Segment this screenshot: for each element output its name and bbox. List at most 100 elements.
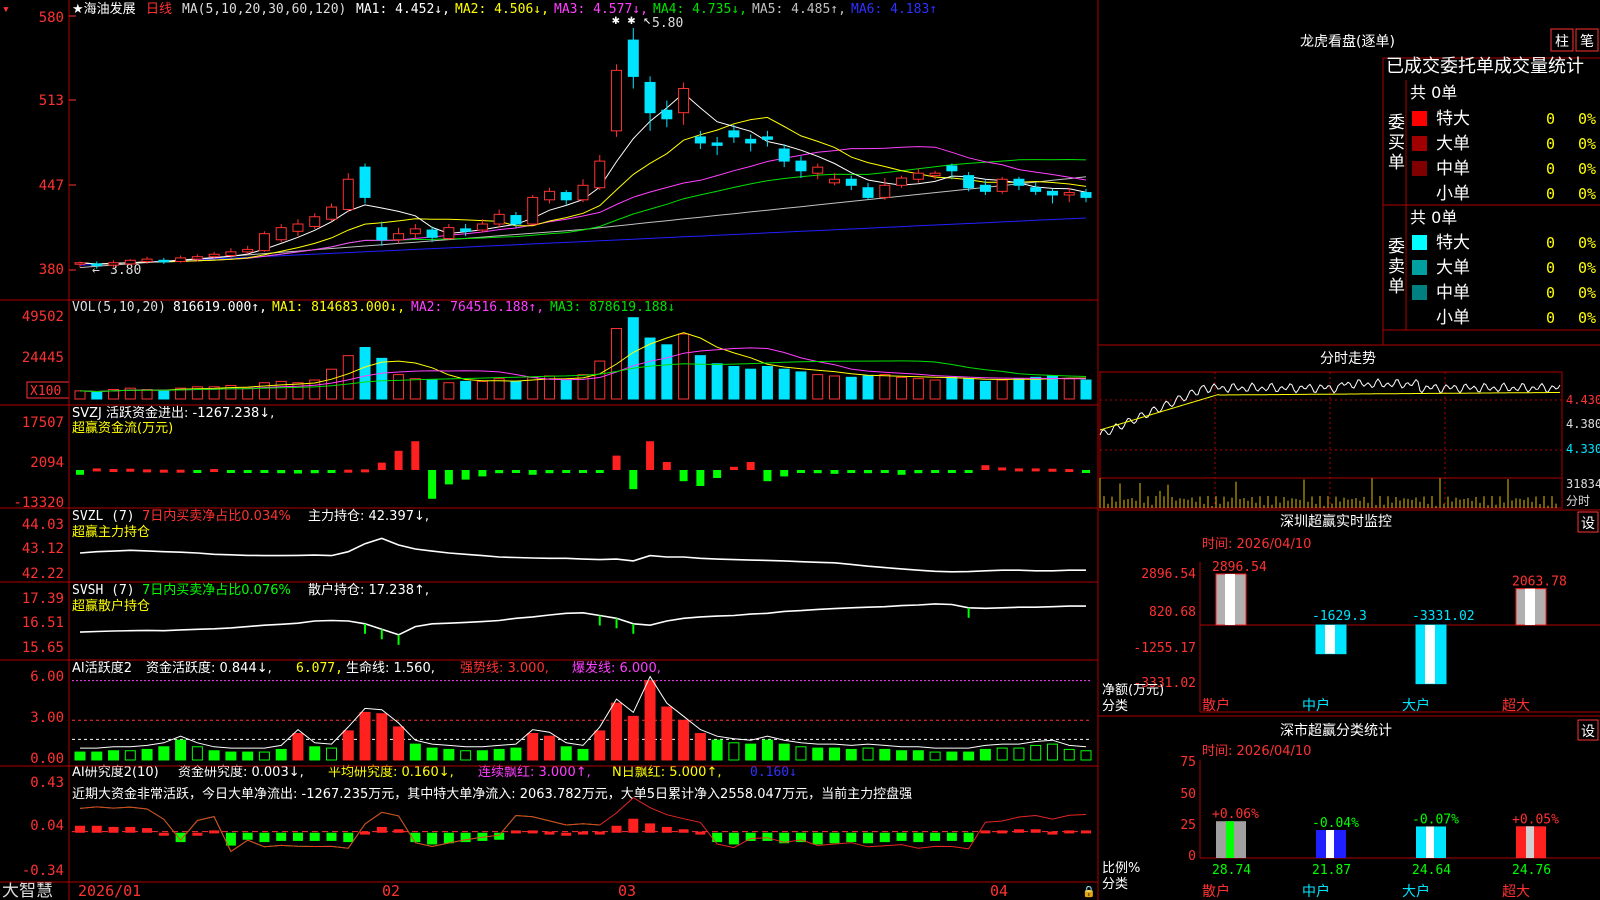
classify-settings-label[interactable]: 设 xyxy=(1581,724,1595,740)
candle-body xyxy=(292,223,304,232)
volume-bar xyxy=(761,365,773,400)
research-bar xyxy=(930,832,941,841)
research-bar xyxy=(393,829,404,833)
volume-bar xyxy=(443,382,455,400)
candle-body xyxy=(761,136,773,140)
classify-title: 深市超赢分类统计 xyxy=(1280,722,1392,739)
research-bar xyxy=(343,832,354,843)
research-bar xyxy=(678,829,689,833)
tick-mode-label[interactable]: 笔 xyxy=(1580,34,1594,50)
candle-body xyxy=(694,136,706,144)
vol-unit[interactable]: X100 xyxy=(30,384,61,399)
research-bar xyxy=(276,832,287,841)
activity-bar xyxy=(644,680,656,761)
activity-bar xyxy=(426,747,438,761)
research-bar xyxy=(91,825,102,833)
svsh-pct: 7日内买卖净占比0.076% xyxy=(142,582,291,598)
menu-arrow[interactable]: ▾ xyxy=(2,2,10,17)
activity-bar xyxy=(862,747,874,761)
activity-bar xyxy=(258,751,270,761)
money-flow-bar xyxy=(545,470,554,474)
research-bar xyxy=(292,832,303,841)
candle-body xyxy=(1013,178,1025,186)
volume-bar xyxy=(158,390,170,400)
market-terminal: ▾ ★海油发展 日线 MA(5,10,20,30,60,120) MA1: 4.… xyxy=(0,0,1600,900)
candle-body xyxy=(611,69,623,132)
candle-body xyxy=(661,109,673,120)
research-bar xyxy=(594,831,605,835)
classify-category: 大户 xyxy=(1402,883,1430,900)
ma4-value: MA4: 4.735↓, xyxy=(653,2,747,17)
money-flow-bar xyxy=(646,441,655,470)
buy-row-value: 0 xyxy=(1546,185,1555,203)
candle-body xyxy=(929,172,941,177)
monitor-value-label: -1629.3 xyxy=(1312,609,1367,624)
volume-bar xyxy=(393,374,405,400)
vol-ma2: MA2: 764516.188↑, xyxy=(411,300,544,315)
money-flow-bar xyxy=(1065,469,1074,473)
volume-bar xyxy=(929,379,941,400)
sell-total: 共 0单 xyxy=(1410,208,1457,227)
buy-row-value: 0 xyxy=(1546,110,1555,128)
buy-row-pct: 0% xyxy=(1578,160,1596,178)
candle-body xyxy=(141,258,153,263)
money-flow-bar xyxy=(579,470,587,473)
money-flow-bar xyxy=(931,470,940,473)
buy-row-swatch xyxy=(1412,161,1427,176)
money-flow-bar xyxy=(293,470,302,474)
classify-bar-highlight xyxy=(1326,830,1334,858)
monitor-panel: 深圳超赢实时监控 设 时间: 2026/04/10 2896.54 820.68… xyxy=(1102,511,1600,714)
classify-value-label: 24.76 xyxy=(1512,863,1551,878)
bar-mode-label[interactable]: 柱 xyxy=(1555,34,1569,50)
date-label: 02 xyxy=(382,882,400,900)
volume-bar xyxy=(560,379,572,400)
buy-side-label: 单 xyxy=(1388,153,1405,173)
candle-body xyxy=(124,259,136,265)
research-bar xyxy=(376,826,387,833)
candle-body xyxy=(644,81,656,114)
fenshi-panel: 分时走势 4.430 4.380 4.330 31834 分时 xyxy=(1099,351,1600,509)
research-bar xyxy=(963,832,974,843)
volume-bar xyxy=(829,375,840,400)
candle-body xyxy=(74,262,86,265)
ma2-value: MA2: 4.506↓, xyxy=(455,2,549,17)
sell-row-name: 小单 xyxy=(1436,308,1470,328)
activity-bar xyxy=(460,750,472,761)
monitor-settings-label[interactable]: 设 xyxy=(1581,516,1595,532)
research-bar xyxy=(443,832,454,844)
research-bar xyxy=(1064,830,1075,834)
volume-bar xyxy=(963,378,975,400)
volume-bar xyxy=(242,387,254,400)
activity-bar xyxy=(359,711,371,761)
stock-name[interactable]: ★海油发展 xyxy=(72,1,136,17)
monitor-title: 深圳超赢实时监控 xyxy=(1280,513,1392,530)
money-flow-bar xyxy=(1031,468,1040,472)
volume-bar xyxy=(594,360,606,400)
research-bar xyxy=(259,832,270,843)
classify-change-label: -0.07% xyxy=(1412,812,1459,827)
candle-body xyxy=(862,187,874,198)
money-flow-bar xyxy=(595,470,604,473)
ai1-strong: 强势线: 3.000, xyxy=(460,660,549,676)
ai2-tick: 0.43 xyxy=(30,775,64,791)
research-bar xyxy=(578,831,588,835)
classify-category: 超大 xyxy=(1502,884,1530,900)
candle-body xyxy=(963,175,975,189)
volume-chart xyxy=(74,317,1092,400)
high-marker-icon: ✱ ✱ ↖ xyxy=(612,13,651,28)
ai2-tick: -0.34 xyxy=(22,863,64,879)
buy-row-name: 小单 xyxy=(1436,184,1470,204)
candle-body xyxy=(409,228,421,235)
money-flow-bar xyxy=(511,470,520,473)
monitor-bar-highlight xyxy=(1325,625,1335,654)
monitor-value-label: 2896.54 xyxy=(1212,560,1267,575)
period-label[interactable]: 日线 xyxy=(146,2,172,17)
vol-ma3: MA3: 878619.188↓ xyxy=(550,300,675,315)
activity-bar xyxy=(996,747,1008,761)
classify-time: 时间: 2026/04/10 xyxy=(1202,744,1311,759)
activity-bar xyxy=(141,748,153,761)
retail-holding-line xyxy=(79,603,1086,636)
lock-icon[interactable]: 🔒 xyxy=(1082,885,1096,898)
activity-bar xyxy=(476,750,488,761)
research-bar xyxy=(1081,830,1091,834)
